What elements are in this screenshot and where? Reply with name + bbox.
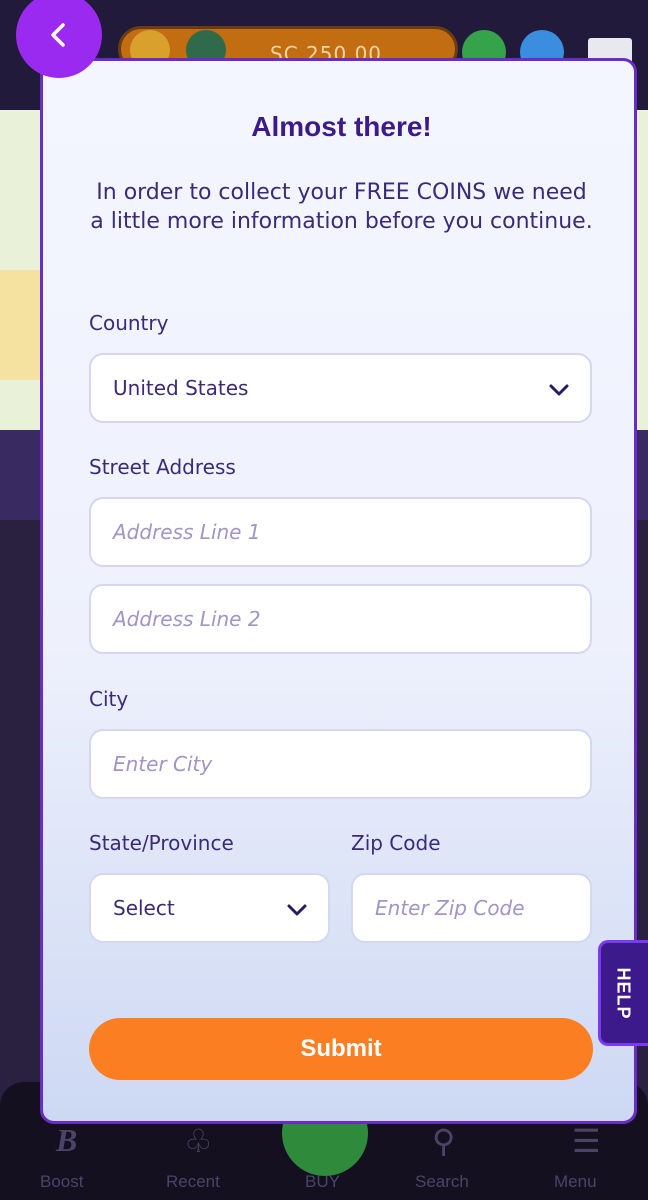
street-address-label: Street Address (89, 455, 236, 479)
boost-icon[interactable]: B (56, 1122, 77, 1159)
address-line-1-placeholder: Address Line 1 (113, 520, 261, 544)
cherries-icon[interactable]: ♧ (184, 1122, 213, 1160)
help-tab[interactable] (598, 940, 648, 1046)
chevron-left-icon (51, 23, 65, 47)
address-modal: Almost there! In order to collect your F… (40, 58, 637, 1124)
modal-title: Almost there! (251, 111, 432, 142)
submit-button[interactable]: Submit (89, 1018, 593, 1080)
address-line-2-placeholder: Address Line 2 (113, 607, 261, 631)
nav-label-buy[interactable]: BUY (305, 1172, 340, 1192)
nav-label-menu[interactable]: Menu (554, 1172, 597, 1192)
city-placeholder: Enter City (113, 752, 213, 776)
country-value: United States (113, 376, 249, 400)
zip-placeholder: Enter Zip Code (375, 896, 525, 920)
chevron-down-icon (287, 904, 307, 916)
promo-banner-image (0, 270, 40, 380)
zip-input[interactable]: Enter Zip Code (351, 873, 592, 943)
nav-label-recent[interactable]: Recent (166, 1172, 220, 1192)
state-value: Select (113, 896, 175, 920)
address-line-2-input[interactable]: Address Line 2 (89, 584, 592, 654)
modal-subtitle: In order to collect your FREE COINS we n… (90, 180, 593, 234)
city-label: City (89, 687, 129, 711)
address-line-1-input[interactable]: Address Line 1 (89, 497, 592, 567)
country-label: Country (89, 311, 169, 335)
nav-label-search[interactable]: Search (415, 1172, 469, 1192)
zip-label: Zip Code (351, 831, 441, 855)
chevron-down-icon (549, 384, 569, 396)
state-select[interactable]: Select (89, 873, 330, 943)
nav-label-boost[interactable]: Boost (40, 1172, 83, 1192)
state-label: State/Province (89, 831, 234, 855)
menu-icon[interactable]: ☰ (572, 1122, 601, 1160)
country-select[interactable]: United States (89, 353, 592, 423)
search-icon[interactable]: ⚲ (432, 1122, 455, 1160)
city-input[interactable]: Enter City (89, 729, 592, 799)
